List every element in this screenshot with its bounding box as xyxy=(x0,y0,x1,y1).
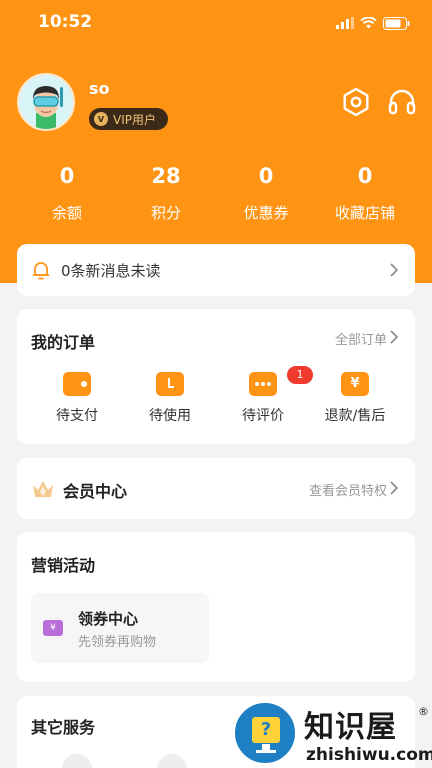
status-time: 10:52 xyxy=(38,12,93,32)
crown-icon xyxy=(33,481,53,497)
bell-icon xyxy=(32,262,50,280)
stat-favorite-shops[interactable]: 0 收藏店铺 xyxy=(315,160,415,223)
stat-balance[interactable]: 0 余额 xyxy=(17,160,117,223)
my-orders-card: 我的订单 全部订单 待支付 待使用 待评价 ¥ 退款/售后 1 xyxy=(17,309,415,444)
stat-value: 0 xyxy=(258,164,274,188)
comment-icon xyxy=(249,372,277,396)
vip-icon: V xyxy=(94,112,108,126)
wifi-icon xyxy=(360,17,377,29)
member-center-card[interactable]: 会员中心 查看会员特权 xyxy=(17,458,415,519)
watermark-url: zhishiwu.com xyxy=(306,745,432,765)
avatar[interactable] xyxy=(17,73,75,131)
settings-icon xyxy=(343,87,369,117)
battery-icon xyxy=(383,16,410,30)
member-privileges-link[interactable]: 查看会员特权 xyxy=(309,480,387,499)
status-icons xyxy=(336,15,410,31)
member-center-title: 会员中心 xyxy=(63,482,128,501)
stat-value: 0 xyxy=(59,164,75,188)
stat-label: 收藏店铺 xyxy=(334,204,395,222)
settings-button[interactable] xyxy=(340,86,372,118)
marketing-title: 营销活动 xyxy=(31,556,96,575)
refund-icon: ¥ xyxy=(341,372,369,396)
order-pending-payment[interactable]: 待支付 xyxy=(32,372,122,425)
refund-glyph: ¥ xyxy=(350,376,360,391)
orders-title: 我的订单 xyxy=(31,333,96,352)
service-icon[interactable] xyxy=(62,754,92,768)
review-count-badge: 1 xyxy=(287,366,313,384)
message-count-text: 0条新消息未读 xyxy=(61,262,161,280)
order-label: 待使用 xyxy=(149,408,191,424)
order-label: 待支付 xyxy=(56,408,98,424)
vip-badge[interactable]: V VIP用户 xyxy=(89,108,168,130)
chevron-right-icon xyxy=(390,263,399,277)
headset-icon xyxy=(388,89,416,115)
stat-points[interactable]: 28 积分 xyxy=(116,160,216,223)
stat-value: 28 xyxy=(151,164,181,188)
coupon-center-title: 领券中心 xyxy=(78,610,139,628)
order-label: 退款/售后 xyxy=(324,408,386,424)
marketing-card: 营销活动 ¥ 领券中心 先领券再购物 xyxy=(17,532,415,682)
watermark-question-glyph: ? xyxy=(252,717,280,743)
ticket-icon xyxy=(156,372,184,396)
signal-icon xyxy=(336,17,354,29)
all-orders-link[interactable]: 全部订单 xyxy=(335,329,387,348)
customer-service-button[interactable] xyxy=(386,86,418,118)
site-watermark: ? 知识屋 ® zhishiwu.com xyxy=(232,700,432,768)
avatar-illustration xyxy=(33,86,63,129)
username[interactable]: so xyxy=(89,79,110,98)
message-notice[interactable]: 0条新消息未读 xyxy=(17,244,415,296)
order-label: 待评价 xyxy=(242,408,284,424)
status-bar: 10:52 xyxy=(0,0,432,46)
service-icon[interactable] xyxy=(157,754,187,768)
account-stats: 0 余额 28 积分 0 优惠券 0 收藏店铺 xyxy=(0,160,432,230)
coupon-icon: ¥ xyxy=(43,620,63,636)
order-refund-aftersale[interactable]: ¥ 退款/售后 xyxy=(310,372,400,425)
coupon-center-subtitle: 先领券再购物 xyxy=(78,635,157,650)
coupon-center-entry[interactable]: ¥ 领券中心 先领券再购物 xyxy=(31,593,209,663)
order-to-use[interactable]: 待使用 xyxy=(125,372,215,425)
stat-coupons[interactable]: 0 优惠券 xyxy=(216,160,316,223)
watermark-registered-mark: ® xyxy=(418,705,429,718)
wallet-icon xyxy=(63,372,91,396)
watermark-name: 知识屋 xyxy=(304,710,397,745)
stat-value: 0 xyxy=(357,164,373,188)
chevron-right-icon xyxy=(390,330,399,344)
stat-label: 积分 xyxy=(150,204,181,222)
vip-label: VIP用户 xyxy=(113,112,156,127)
stat-label: 优惠券 xyxy=(243,204,289,222)
watermark-logo-icon: ? xyxy=(232,700,298,766)
chevron-right-icon xyxy=(390,481,399,495)
other-services-title: 其它服务 xyxy=(31,718,96,737)
stat-label: 余额 xyxy=(51,204,82,222)
